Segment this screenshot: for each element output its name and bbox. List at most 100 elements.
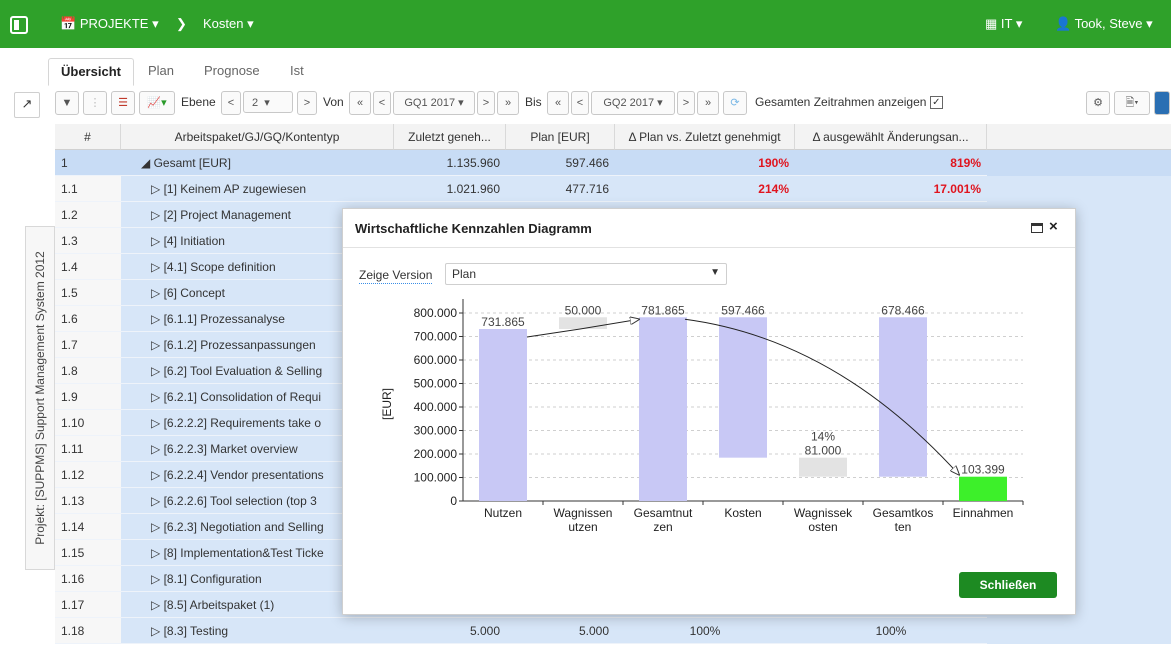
y-tick-label: 0: [450, 494, 457, 508]
refresh-icon[interactable]: ⟳: [723, 91, 747, 115]
hierarchy-icon[interactable]: ⋮: [83, 91, 107, 115]
y-tick-label: 700.000: [414, 330, 458, 344]
x-tick-label: Wagnissek: [794, 506, 853, 520]
table-cell-delta2: 17.001%: [795, 176, 987, 202]
bar: [479, 329, 527, 501]
von-label: Von: [323, 95, 344, 109]
y-tick-label: 800.000: [414, 306, 458, 320]
breadcrumb-kosten-label: Kosten: [203, 16, 244, 31]
calendar-icon: 📅: [60, 16, 77, 31]
version-select[interactable]: Plan ▼: [445, 263, 727, 285]
y-axis-label: [EUR]: [380, 388, 394, 420]
version-label: Zeige Version: [359, 268, 433, 284]
settings-icon[interactable]: ⚙: [1086, 91, 1110, 115]
grid-icon: ▦: [985, 16, 998, 31]
table-cell-plan: 5.000: [506, 618, 615, 644]
bis-next-button[interactable]: >: [677, 91, 695, 115]
table-cell-approved: 1.135.960: [394, 150, 506, 176]
panel-icon: [10, 15, 28, 34]
table-row[interactable]: 1.18 ▷ [8.3] Testing 5.000 5.000 100% 100%: [55, 618, 1171, 644]
table-header: # Arbeitspaket/GJ/GQ/Kontentyp Zuletzt g…: [55, 124, 1171, 150]
header-plan[interactable]: Plan [EUR]: [506, 124, 615, 150]
x-tick-label: Gesamtkos: [873, 506, 934, 520]
columns-icon[interactable]: ☰: [111, 91, 135, 115]
y-tick-label: 500.000: [414, 377, 458, 391]
table-row[interactable]: 1.1 ▷ [1] Keinem AP zugewiesen 1.021.960 47…: [55, 176, 1171, 202]
projects-menu[interactable]: 📅 PROJEKTE ▾: [60, 0, 159, 48]
project-side-tab[interactable]: Projekt: [SUPPMS] Support Management Sys…: [25, 226, 55, 570]
bis-select[interactable]: GQ2 2017 ▾: [591, 91, 675, 115]
von-prev-button[interactable]: <: [373, 91, 391, 115]
tab-uebersicht[interactable]: Übersicht: [48, 58, 134, 86]
table-cell-delta2: 100%: [795, 618, 987, 644]
table-cell-num: 1.6: [55, 306, 121, 332]
table-cell-empty: [987, 176, 1171, 202]
close-dialog-button[interactable]: Schließen: [959, 572, 1057, 598]
table-cell-num: 1.17: [55, 592, 121, 618]
projects-label: PROJEKTE: [79, 16, 149, 31]
x-tick-label: Einnahmen: [953, 506, 1014, 520]
top-navbar: 📅 PROJEKTE ▾ ❯ Kosten ▾ ▦ IT ▾ 👤 Took, S…: [0, 0, 1171, 48]
breadcrumb-chevron-icon: ❯: [176, 16, 187, 31]
table-row[interactable]: 1 ◢ Gesamt [EUR] 1.135.960 597.466 190% 819%: [55, 150, 1171, 176]
tab-ist[interactable]: Ist: [278, 58, 316, 84]
data-label: 81.000: [805, 444, 842, 458]
bis-last-button[interactable]: »: [697, 91, 719, 115]
expand-icon[interactable]: ↗: [14, 92, 40, 118]
app-logo[interactable]: [10, 0, 28, 48]
tab-prognose[interactable]: Prognose: [192, 58, 272, 84]
ebene-next-button[interactable]: >: [297, 91, 317, 115]
bis-prev-button[interactable]: <: [571, 91, 589, 115]
table-cell-approved: 1.021.960: [394, 176, 506, 202]
filter-icon[interactable]: ▼: [55, 91, 79, 115]
close-icon[interactable]: ×: [1049, 218, 1058, 235]
von-first-button[interactable]: «: [349, 91, 371, 115]
data-label: 678.466: [881, 303, 925, 317]
table-cell-num: 1.11: [55, 436, 121, 462]
table-cell-plan: 477.716: [506, 176, 615, 202]
full-range-checkbox[interactable]: ✓: [929, 96, 943, 110]
full-range-toggle[interactable]: Gesamten Zeitrahmen anzeigen ✓: [755, 88, 943, 116]
breadcrumb-kosten[interactable]: Kosten ▾: [203, 0, 254, 48]
save-icon[interactable]: [1154, 91, 1170, 115]
y-tick-label: 200.000: [414, 447, 458, 461]
x-tick-label: zen: [653, 520, 672, 534]
tab-plan[interactable]: Plan: [136, 58, 186, 84]
caret-down-icon: ▾: [152, 16, 159, 31]
table-cell-name[interactable]: ▷ [8.3] Testing: [121, 618, 394, 644]
data-label: 781.865: [641, 303, 685, 317]
von-select[interactable]: GQ1 2017 ▾: [393, 91, 475, 115]
data-label: 597.466: [721, 303, 765, 317]
header-num[interactable]: #: [55, 124, 121, 150]
table-cell-name[interactable]: ◢ Gesamt [EUR]: [121, 150, 394, 176]
language-menu[interactable]: ▦ IT ▾: [985, 0, 1022, 48]
von-next-button[interactable]: >: [477, 91, 495, 115]
ebene-prev-button[interactable]: <: [221, 91, 241, 115]
language-label: IT: [1000, 16, 1013, 31]
export-icon[interactable]: 🗎▾: [1114, 91, 1150, 115]
table-cell-name[interactable]: ▷ [1] Keinem AP zugewiesen: [121, 176, 394, 202]
user-menu[interactable]: 👤 Took, Steve ▾: [1055, 0, 1153, 48]
bis-value: GQ2 2017: [603, 97, 655, 109]
table-cell-empty: [987, 150, 1171, 176]
von-last-button[interactable]: »: [497, 91, 519, 115]
chart-menu-icon[interactable]: 📈▾: [139, 91, 175, 115]
ebene-value: 2: [252, 97, 259, 109]
table-cell-delta: 100%: [615, 618, 795, 644]
header-name[interactable]: Arbeitspaket/GJ/GQ/Kontentyp: [121, 124, 394, 150]
header-delta2[interactable]: Δ ausgewählt Änderungsan...: [795, 124, 987, 150]
x-tick-label: Wagnissen: [554, 506, 613, 520]
ebene-select[interactable]: 2 ▾: [243, 91, 293, 113]
table-cell-num: 1.13: [55, 488, 121, 514]
header-empty: [987, 124, 1171, 150]
maximize-icon[interactable]: [1031, 223, 1043, 233]
header-approved[interactable]: Zuletzt geneh...: [394, 124, 506, 150]
bis-label: Bis: [525, 95, 542, 109]
table-cell-delta: 190%: [615, 150, 795, 176]
caret-down-icon: ▾: [1015, 16, 1023, 31]
bis-first-button[interactable]: «: [547, 91, 569, 115]
header-delta[interactable]: Δ Plan vs. Zuletzt genehmigt: [615, 124, 795, 150]
chart-dialog: Wirtschaftliche Kennzahlen Diagramm × Ze…: [342, 208, 1076, 615]
waterfall-chart: 0 100.000 200.000 300.000 400.000 500.000 600.…: [380, 299, 1024, 534]
table-cell-num: 1.4: [55, 254, 121, 280]
